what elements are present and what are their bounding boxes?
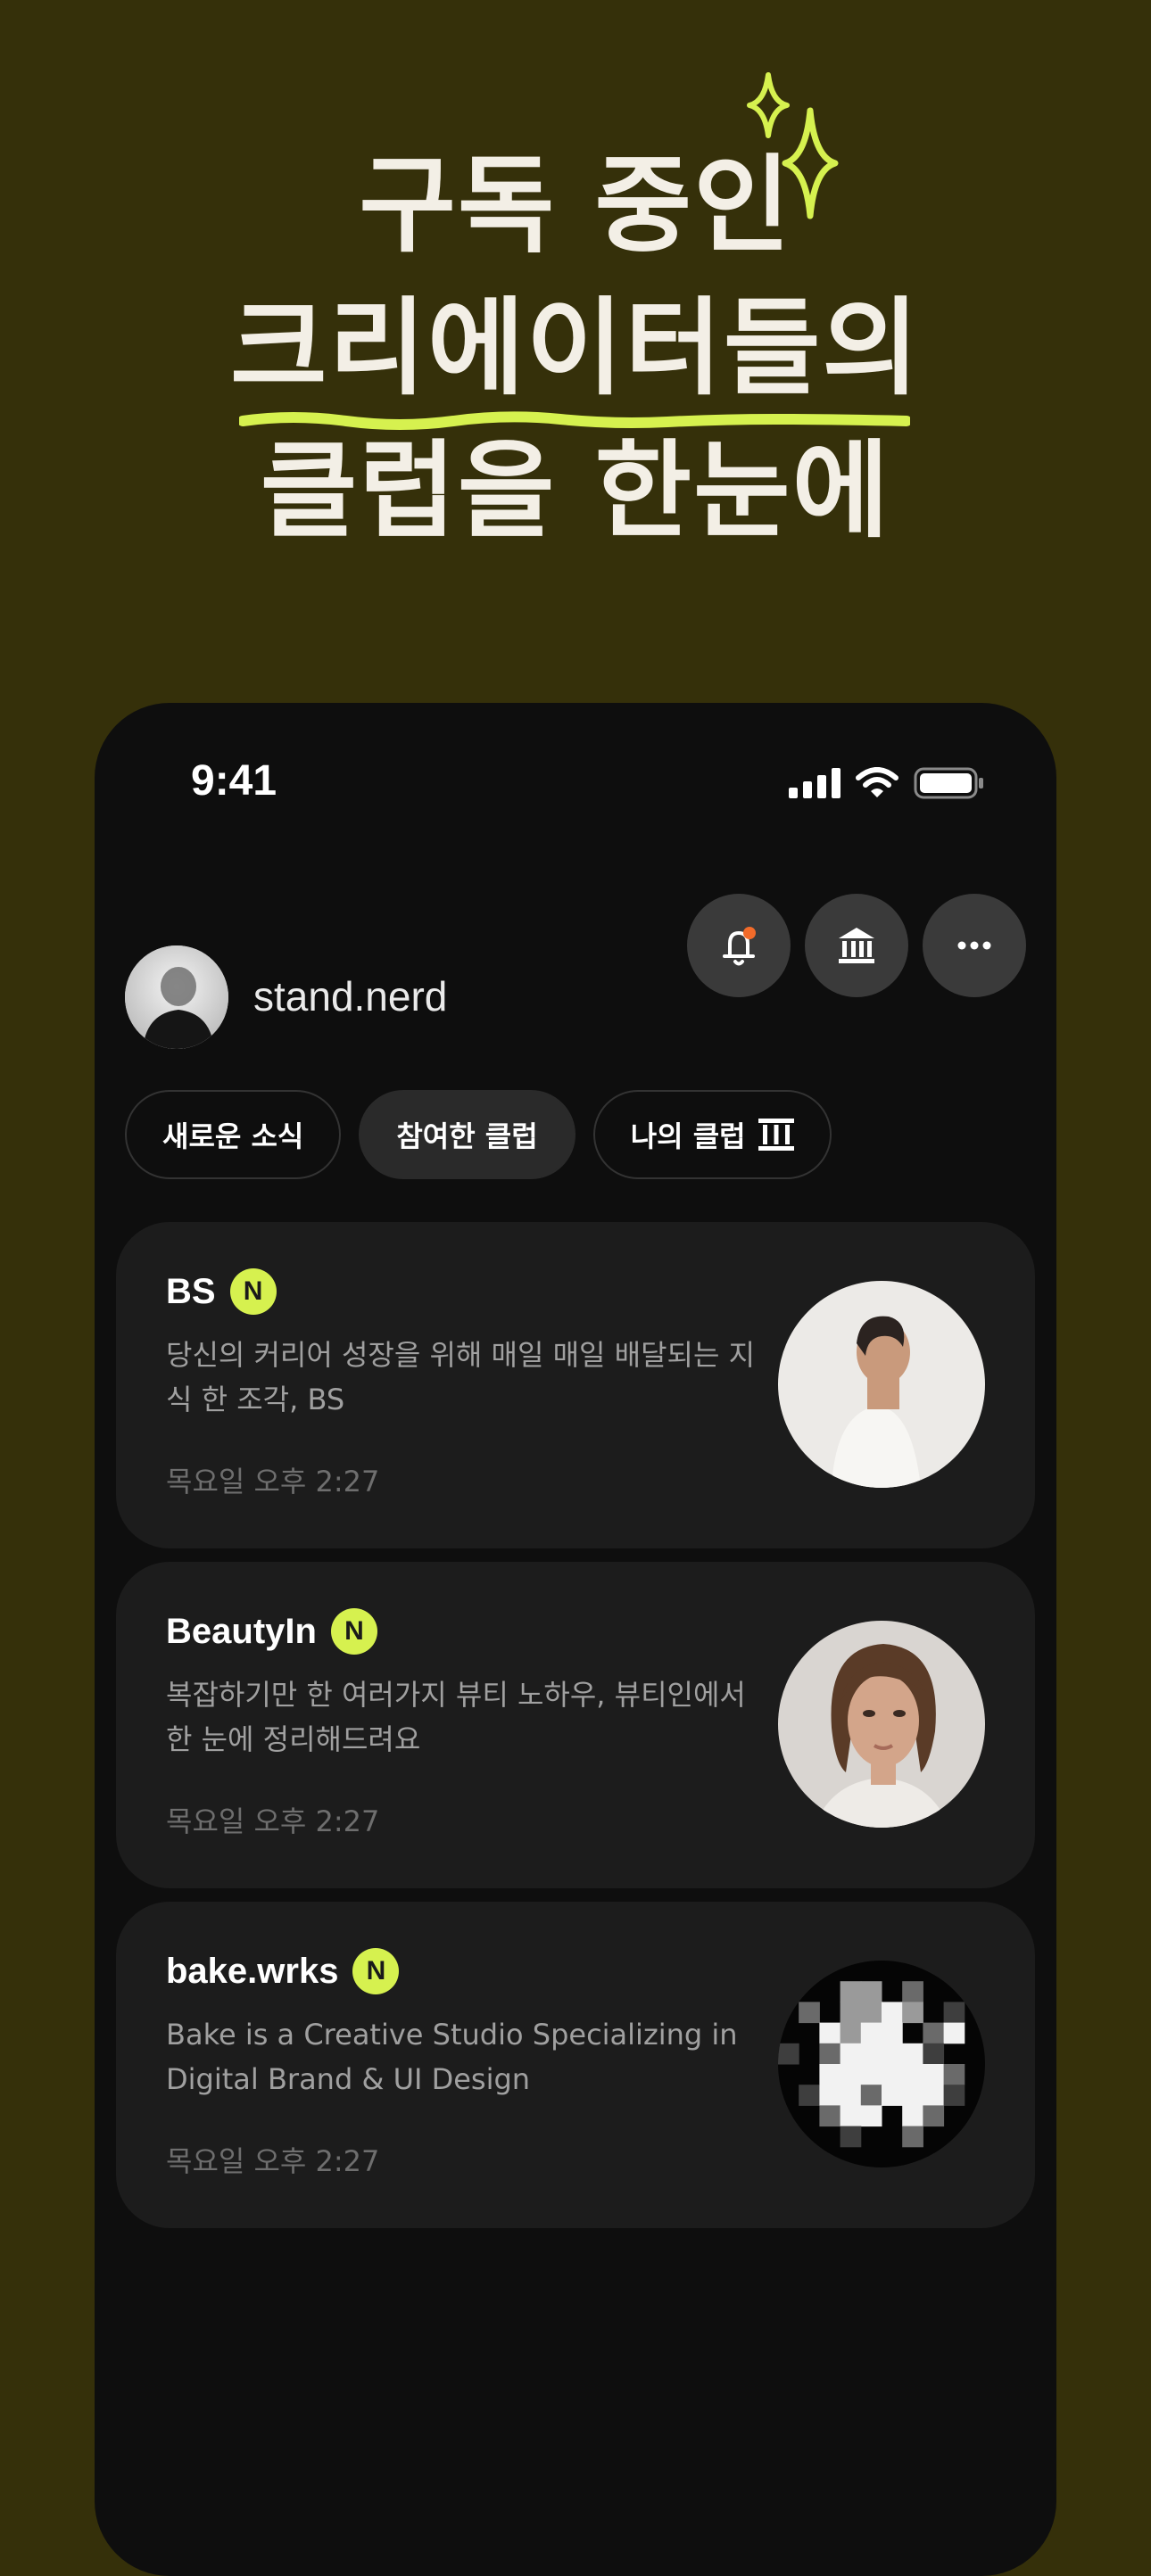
notification-button[interactable] — [687, 894, 791, 997]
man-profile-photo — [778, 1281, 985, 1488]
pixel-art-logo — [778, 1961, 985, 2167]
pixel-block — [860, 2043, 882, 2065]
pixel-block — [923, 2105, 945, 2127]
pixel-block — [819, 2043, 841, 2065]
club-description: 당신의 커리어 성장을 위해 매일 매일 배달되는 지식 한 조각, BS — [166, 1338, 756, 1416]
status-icons — [789, 767, 985, 799]
pixel-block — [840, 2085, 862, 2106]
pixel-block — [882, 2064, 903, 2085]
club-tabs: 새로운 소식 참여한 클럽 나의 클럽 — [125, 1090, 832, 1179]
phone-mockup: 9:41 stand.nerd 새로운 소식 참여한 클럽 나의 클럽 BS N… — [95, 703, 1056, 2576]
club-name: bake.wrks — [166, 1951, 339, 1991]
promo-line-3: 클럽을 한눈에 — [260, 429, 891, 552]
pixel-block — [819, 2085, 841, 2106]
pixel-block — [799, 2002, 820, 2024]
pixel-block — [923, 2022, 945, 2044]
pillar-icon — [758, 1119, 794, 1151]
pixel-block — [840, 2105, 862, 2127]
club-thumbnail — [778, 1961, 985, 2167]
club-card-beautyin[interactable]: BeautyIn N 복잡하기만 한 여러가지 뷰티 노하우, 뷰티인에서 한 … — [116, 1562, 1035, 1888]
club-name: BS — [166, 1271, 216, 1311]
tab-new-updates[interactable]: 새로운 소식 — [125, 1090, 342, 1179]
pixel-block — [819, 2064, 841, 2085]
pixel-block — [943, 2085, 965, 2106]
pixel-block — [840, 2002, 862, 2024]
pixel-block — [902, 1981, 923, 2002]
club-description: 복잡하기만 한 여러가지 뷰티 노하우, 뷰티인에서 한 눈에 정리해드려요 — [166, 1678, 746, 1756]
tab-label: 참여한 클럽 — [396, 1119, 538, 1153]
pixel-block — [840, 2043, 862, 2065]
new-badge: N — [352, 1948, 400, 1994]
bank-icon — [839, 928, 874, 963]
pixel-block — [860, 2105, 882, 2127]
pixel-block — [902, 2085, 923, 2106]
battery-icon — [914, 767, 983, 799]
pixel-block — [882, 2085, 903, 2106]
tab-label: 나의 클럽 — [630, 1119, 746, 1153]
pixel-block — [840, 1981, 862, 2002]
pixel-block — [860, 1981, 882, 2002]
pixel-block — [902, 2105, 923, 2127]
promo-headline: 구독 중인 크리에이터들의 클럽을 한눈에 — [0, 134, 1151, 562]
pixel-block — [882, 2043, 903, 2065]
pixel-block — [882, 2002, 903, 2024]
pixel-block — [902, 2126, 923, 2148]
pixel-block — [840, 2022, 862, 2044]
club-title-row: bake.wrks N — [166, 1948, 400, 1994]
club-timestamp: 목요일 오후 2:27 — [166, 1804, 380, 1838]
avatar-image — [125, 945, 228, 1049]
pixel-block — [943, 2002, 965, 2024]
bank-button[interactable] — [805, 894, 908, 997]
pixel-block — [778, 2043, 799, 2065]
more-button[interactable] — [923, 894, 1026, 997]
tab-label: 새로운 소식 — [162, 1119, 304, 1153]
pixel-block — [923, 2064, 945, 2085]
promo-line-1: 구독 중인 — [359, 144, 792, 267]
club-timestamp: 목요일 오후 2:27 — [166, 1465, 380, 1499]
club-thumbnail — [778, 1281, 985, 1488]
pixel-block — [819, 2105, 841, 2127]
pixel-block — [902, 2043, 923, 2065]
pixel-block — [902, 2064, 923, 2085]
tab-joined-clubs[interactable]: 참여한 클럽 — [359, 1090, 576, 1179]
new-badge: N — [229, 1268, 277, 1315]
pixel-block — [860, 2002, 882, 2024]
sparkle-large-icon — [782, 107, 839, 219]
pixel-block — [923, 2043, 945, 2065]
club-title-row: BS N — [166, 1268, 277, 1315]
pixel-block — [840, 2126, 862, 2148]
pixel-block — [819, 2022, 841, 2044]
club-timestamp: 목요일 오후 2:27 — [166, 2144, 380, 2178]
highlight-underline — [239, 411, 910, 430]
new-badge: N — [330, 1608, 377, 1655]
promo-line-2: 크리에이터들의 — [230, 286, 921, 409]
avatar[interactable] — [125, 945, 228, 1049]
tab-my-clubs[interactable]: 나의 클럽 — [592, 1090, 832, 1179]
pixel-block — [860, 2085, 882, 2106]
username: stand.nerd — [253, 973, 448, 1020]
pixel-block — [860, 2022, 882, 2044]
club-card-bake-wrks[interactable]: bake.wrks N Bake is a Creative Studio Sp… — [116, 1902, 1035, 2228]
pixel-block — [902, 2002, 923, 2024]
more-icon — [957, 941, 991, 950]
signal-icon — [789, 768, 840, 798]
club-description: Bake is a Creative Studio Specializing i… — [166, 2018, 738, 2096]
pixel-block — [799, 2085, 820, 2106]
club-name: BeautyIn — [166, 1611, 317, 1651]
club-card-bs[interactable]: BS N 당신의 커리어 성장을 위해 매일 매일 배달되는 지식 한 조각, … — [116, 1222, 1035, 1548]
woman-portrait-photo — [778, 1621, 985, 1828]
pixel-block — [860, 2064, 882, 2085]
status-time: 9:41 — [191, 757, 277, 805]
club-title-row: BeautyIn N — [166, 1608, 377, 1655]
pixel-block — [943, 2064, 965, 2085]
pixel-block — [840, 2064, 862, 2085]
wifi-icon — [856, 767, 898, 797]
pixel-block — [923, 2085, 945, 2106]
club-thumbnail — [778, 1621, 985, 1828]
pixel-block — [943, 2022, 965, 2044]
notification-bell-icon — [723, 927, 756, 966]
pixel-block — [882, 2022, 903, 2044]
